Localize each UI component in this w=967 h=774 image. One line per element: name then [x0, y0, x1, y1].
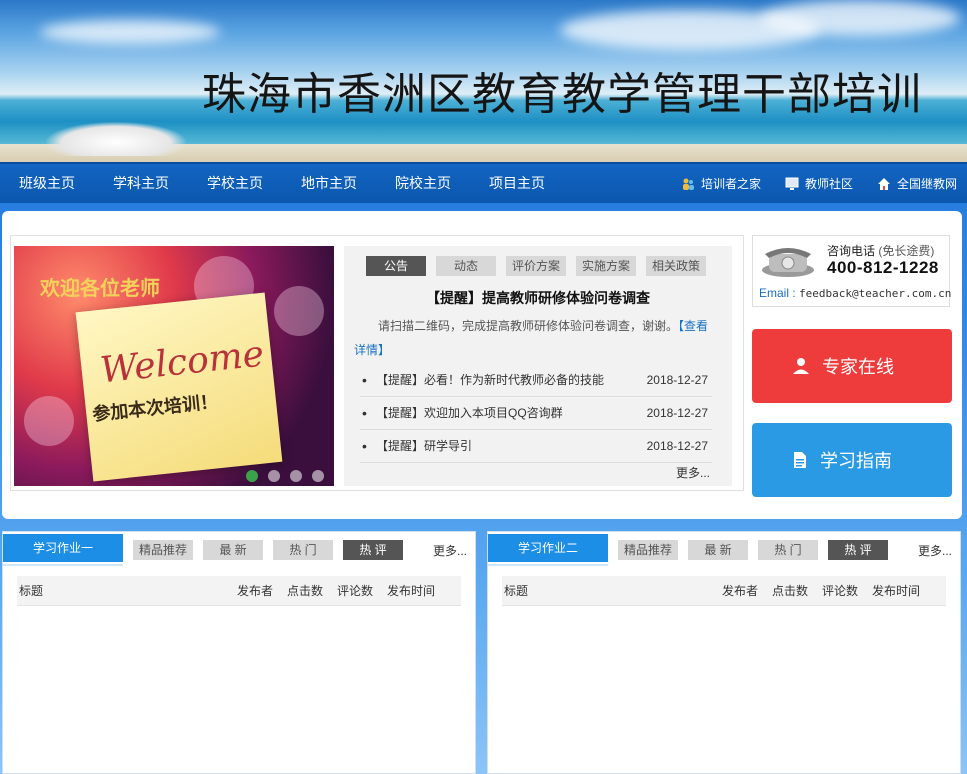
- main-panel: 欢迎各位老师 Welcome 参加本次培训！ 公告 动态 评价方案 实施方案 相…: [2, 211, 962, 519]
- banner-cloud: [760, 0, 960, 36]
- tab-featured[interactable]: 精品推荐: [133, 540, 193, 560]
- header-banner: 珠海市香洲区教育教学管理干部培训: [0, 0, 967, 162]
- study-guide-button[interactable]: 学习指南: [752, 423, 952, 497]
- main-nav: 班级主页 学科主页 学校主页 地市主页 院校主页 项目主页 培训者之家 教师社区…: [0, 162, 967, 203]
- home-icon: [877, 177, 890, 190]
- notice-board: 公告 动态 评价方案 实施方案 相关政策 【提醒】提高教师研修体验问卷调查 请扫…: [344, 246, 732, 486]
- slide-dot-3[interactable]: [290, 470, 302, 482]
- column-publisher[interactable]: 发布者: [722, 576, 758, 606]
- feature-box: 欢迎各位老师 Welcome 参加本次培训！ 公告 动态 评价方案 实施方案 相…: [10, 235, 744, 491]
- table-header: 标题 发布者 点击数 评论数 发布时间: [17, 576, 461, 606]
- document-icon: [794, 452, 806, 468]
- column-comments[interactable]: 评论数: [822, 576, 858, 606]
- column-publisher[interactable]: 发布者: [237, 576, 273, 606]
- telephone-icon: [762, 248, 814, 277]
- expert-online-label: 专家在线: [822, 357, 894, 377]
- tab-featured[interactable]: 精品推荐: [618, 540, 678, 560]
- contact-box: 咨询电话 (免长途费) 400-812-1228 Email : feedbac…: [752, 235, 951, 307]
- notice-tabs: 公告 动态 评价方案 实施方案 相关政策: [366, 256, 716, 276]
- nav-item-class-home[interactable]: 班级主页: [0, 164, 94, 203]
- column-publish-time[interactable]: 发布时间: [387, 576, 435, 606]
- slide-bokeh: [274, 286, 324, 336]
- nav-link-teacher-community[interactable]: 教师社区: [785, 175, 853, 192]
- nav-link-label: 教师社区: [804, 177, 853, 191]
- tab-related-policies[interactable]: 相关政策: [646, 256, 706, 276]
- notice-more-link[interactable]: 更多...: [676, 464, 710, 481]
- nav-link-national-network[interactable]: 全国继教网: [877, 175, 957, 192]
- hotline-number: 400-812-1228: [827, 258, 939, 277]
- list-item[interactable]: 【提醒】欢迎加入本项目QQ咨询群 2018-12-27: [360, 397, 712, 430]
- shell-icon: [46, 122, 186, 156]
- tab-latest[interactable]: 最 新: [203, 540, 263, 560]
- notice-summary-text: 请扫描二维码，完成提高教师研修体验问卷调查，谢谢。: [378, 319, 679, 333]
- slide-text-welcome-cn: 欢迎各位老师: [40, 276, 160, 300]
- notice-item-title: 【提醒】必看！作为新时代教师必备的技能: [376, 373, 605, 387]
- slide-bokeh: [24, 396, 74, 446]
- people-icon: [682, 178, 694, 190]
- user-icon: [793, 358, 809, 374]
- tab-popular[interactable]: 热 门: [758, 540, 818, 560]
- expert-online-button[interactable]: 专家在线: [752, 329, 952, 403]
- panel-more-link[interactable]: 更多...: [433, 542, 467, 559]
- tab-news[interactable]: 动态: [436, 256, 496, 276]
- nav-item-project-home[interactable]: 项目主页: [470, 164, 564, 203]
- panel-tabs: 精品推荐 最 新 热 门 热 评: [133, 540, 413, 560]
- email-label: Email :: [759, 286, 796, 300]
- panel-title[interactable]: 学习作业一: [3, 534, 123, 566]
- homework-panel-2: 学习作业二 精品推荐 最 新 热 门 热 评 更多... 标题 发布者 点击数 …: [487, 531, 961, 774]
- column-publish-time[interactable]: 发布时间: [872, 576, 920, 606]
- notice-list: 【提醒】必看！作为新时代教师必备的技能 2018-12-27 【提醒】欢迎加入本…: [360, 364, 712, 463]
- nav-item-subject-home[interactable]: 学科主页: [94, 164, 188, 203]
- slide-dot-2[interactable]: [268, 470, 280, 482]
- hotline-label-text: 咨询电话: [827, 244, 876, 258]
- panel-more-link[interactable]: 更多...: [918, 542, 952, 559]
- tab-latest[interactable]: 最 新: [688, 540, 748, 560]
- column-clicks[interactable]: 点击数: [287, 576, 323, 606]
- panel-title[interactable]: 学习作业二: [488, 534, 608, 566]
- nav-link-trainer-home[interactable]: 培训者之家: [681, 175, 761, 192]
- tab-hot-comments[interactable]: 热 评: [343, 540, 403, 560]
- notice-summary: 请扫描二维码，完成提高教师研修体验问卷调查，谢谢。【查看详情】: [354, 314, 720, 362]
- hotline-label: 咨询电话 (免长途费): [827, 242, 934, 259]
- notice-item-date: 2018-12-27: [646, 406, 708, 420]
- nav-link-label: 全国继教网: [896, 177, 957, 191]
- tab-implementation-plan[interactable]: 实施方案: [576, 256, 636, 276]
- nav-link-label: 培训者之家: [700, 177, 761, 191]
- notice-item-title: 【提醒】欢迎加入本项目QQ咨询群: [376, 406, 563, 420]
- nav-item-college-home[interactable]: 院校主页: [376, 164, 470, 203]
- slide-dot-4[interactable]: [312, 470, 324, 482]
- column-title[interactable]: 标题: [504, 576, 528, 606]
- column-comments[interactable]: 评论数: [337, 576, 373, 606]
- site-title: 珠海市香洲区教育教学管理干部培训: [202, 69, 922, 120]
- column-clicks[interactable]: 点击数: [772, 576, 808, 606]
- slide-dot-1[interactable]: [246, 470, 258, 482]
- slide-indicators: [246, 470, 334, 482]
- notice-headline[interactable]: 【提醒】提高教师研修体验问卷调查: [344, 288, 732, 308]
- panel-tabs: 精品推荐 最 新 热 门 热 评: [618, 540, 898, 560]
- notice-item-title: 【提醒】研学导引: [376, 439, 473, 453]
- tab-popular[interactable]: 热 门: [273, 540, 333, 560]
- notice-item-date: 2018-12-27: [646, 373, 708, 387]
- study-guide-label: 学习指南: [820, 451, 892, 471]
- contact-email: Email : feedback@teacher.com.cn: [759, 286, 951, 300]
- list-item[interactable]: 【提醒】研学导引 2018-12-27: [360, 430, 712, 463]
- nav-item-city-home[interactable]: 地市主页: [282, 164, 376, 203]
- list-item[interactable]: 【提醒】必看！作为新时代教师必备的技能 2018-12-27: [360, 364, 712, 397]
- homework-panel-1: 学习作业一 精品推荐 最 新 热 门 热 评 更多... 标题 发布者 点击数 …: [2, 531, 476, 774]
- banner-cloud: [40, 20, 220, 44]
- welcome-slideshow[interactable]: 欢迎各位老师 Welcome 参加本次培训！: [14, 246, 334, 486]
- email-address[interactable]: feedback@teacher.com.cn: [799, 287, 951, 300]
- hotline-label-note: (免长途费): [878, 244, 935, 258]
- nav-item-school-home[interactable]: 学校主页: [188, 164, 282, 203]
- column-title[interactable]: 标题: [19, 576, 43, 606]
- tab-announcement[interactable]: 公告: [366, 256, 426, 276]
- table-header: 标题 发布者 点击数 评论数 发布时间: [502, 576, 946, 606]
- monitor-icon: [785, 177, 799, 190]
- notice-item-date: 2018-12-27: [646, 439, 708, 453]
- tab-hot-comments[interactable]: 热 评: [828, 540, 888, 560]
- tab-evaluation-plan[interactable]: 评价方案: [506, 256, 566, 276]
